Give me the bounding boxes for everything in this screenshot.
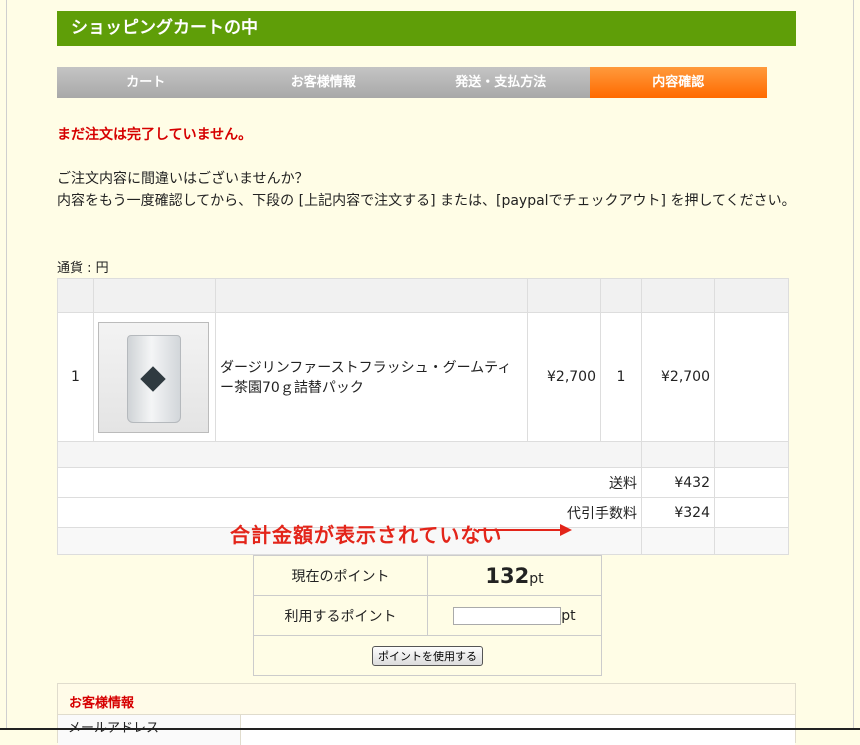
use-points-row: 利用するポイント pt [253, 595, 602, 636]
checkout-steps: カート お客様情報 発送・支払方法 内容確認 [57, 67, 767, 98]
points-unit: pt [561, 607, 576, 624]
step-confirm: 内容確認 [589, 67, 767, 98]
use-points-input[interactable] [453, 606, 562, 625]
subtotal-row [57, 441, 789, 468]
confirm-message-line2: 内容をもう一度確認してから、下段の [上記内容で注文する] または、[paypa… [57, 193, 796, 209]
annotation-arrow-icon [478, 524, 572, 536]
use-points-label: 利用するポイント [253, 595, 428, 636]
annotation-text: 合計金額が表示されていない [230, 523, 503, 547]
product-image[interactable] [98, 321, 209, 433]
page-frame-right [853, 0, 854, 730]
step-cart[interactable]: カート [57, 67, 235, 98]
current-points-label: 現在のポイント [253, 555, 428, 596]
step-shipping-payment[interactable]: 発送・支払方法 [412, 67, 590, 98]
product-name[interactable]: ダージリンファーストフラッシュ・グームティー茶園70ｇ詰替パック [215, 312, 528, 442]
order-not-complete-warning: まだ注文は完了していません。 [57, 127, 253, 143]
cart-table: 1 ダージリンファーストフラッシュ・グームティー茶園70ｇ詰替パック ¥2,70… [57, 278, 789, 555]
cart-header-cell [93, 278, 216, 313]
item-number: 1 [57, 312, 94, 442]
shipping-fee-value: ¥432 [641, 467, 715, 498]
confirm-message-line1: ご注文内容に間違いはございませんか？ [57, 171, 309, 187]
use-points-button[interactable]: ポイントを使用する [372, 645, 483, 666]
cart-header-cell [215, 278, 528, 313]
cart-header-cell [714, 278, 789, 313]
page-frame-left [6, 0, 7, 730]
item-quantity: 1 [600, 312, 642, 442]
use-points-button-row: ポイントを使用する [253, 635, 602, 676]
cart-header-cell [600, 278, 642, 313]
shipping-fee-label: 送料 [57, 467, 642, 498]
current-points-row: 現在のポイント 132pt [253, 555, 602, 596]
email-label: メールアドレス [58, 715, 241, 745]
table-row: 1 ダージリンファーストフラッシュ・グームティー茶園70ｇ詰替パック ¥2,70… [57, 312, 789, 442]
currency-label: 通貨 : 円 [57, 261, 109, 276]
tea-pouch-graphic [127, 334, 181, 423]
points-unit: pt [529, 570, 544, 587]
current-points-number: 132 [485, 563, 530, 588]
cod-fee-value: ¥324 [641, 497, 715, 528]
shipping-fee-row: 送料 ¥432 [57, 467, 789, 498]
current-points-value: 132pt [427, 555, 602, 596]
step-customer-info[interactable]: お客様情報 [234, 67, 412, 98]
item-price: ¥2,700 [527, 312, 601, 442]
customer-info-title: お客様情報 [69, 696, 135, 711]
page-title: ショッピングカートの中 [57, 11, 796, 46]
item-subtotal: ¥2,700 [641, 312, 715, 442]
cart-header-cell [527, 278, 601, 313]
confirm-message: ご注文内容に間違いはございませんか？ 内容をもう一度確認してから、下段の [上記… [57, 168, 797, 212]
cart-header-cell [57, 278, 94, 313]
cart-header-cell [641, 278, 715, 313]
customer-info-section: お客様情報 メールアドレス [57, 683, 796, 745]
cart-header-row [57, 278, 789, 313]
points-table: 現在のポイント 132pt 利用するポイント pt ポイントを使用する [253, 555, 602, 676]
